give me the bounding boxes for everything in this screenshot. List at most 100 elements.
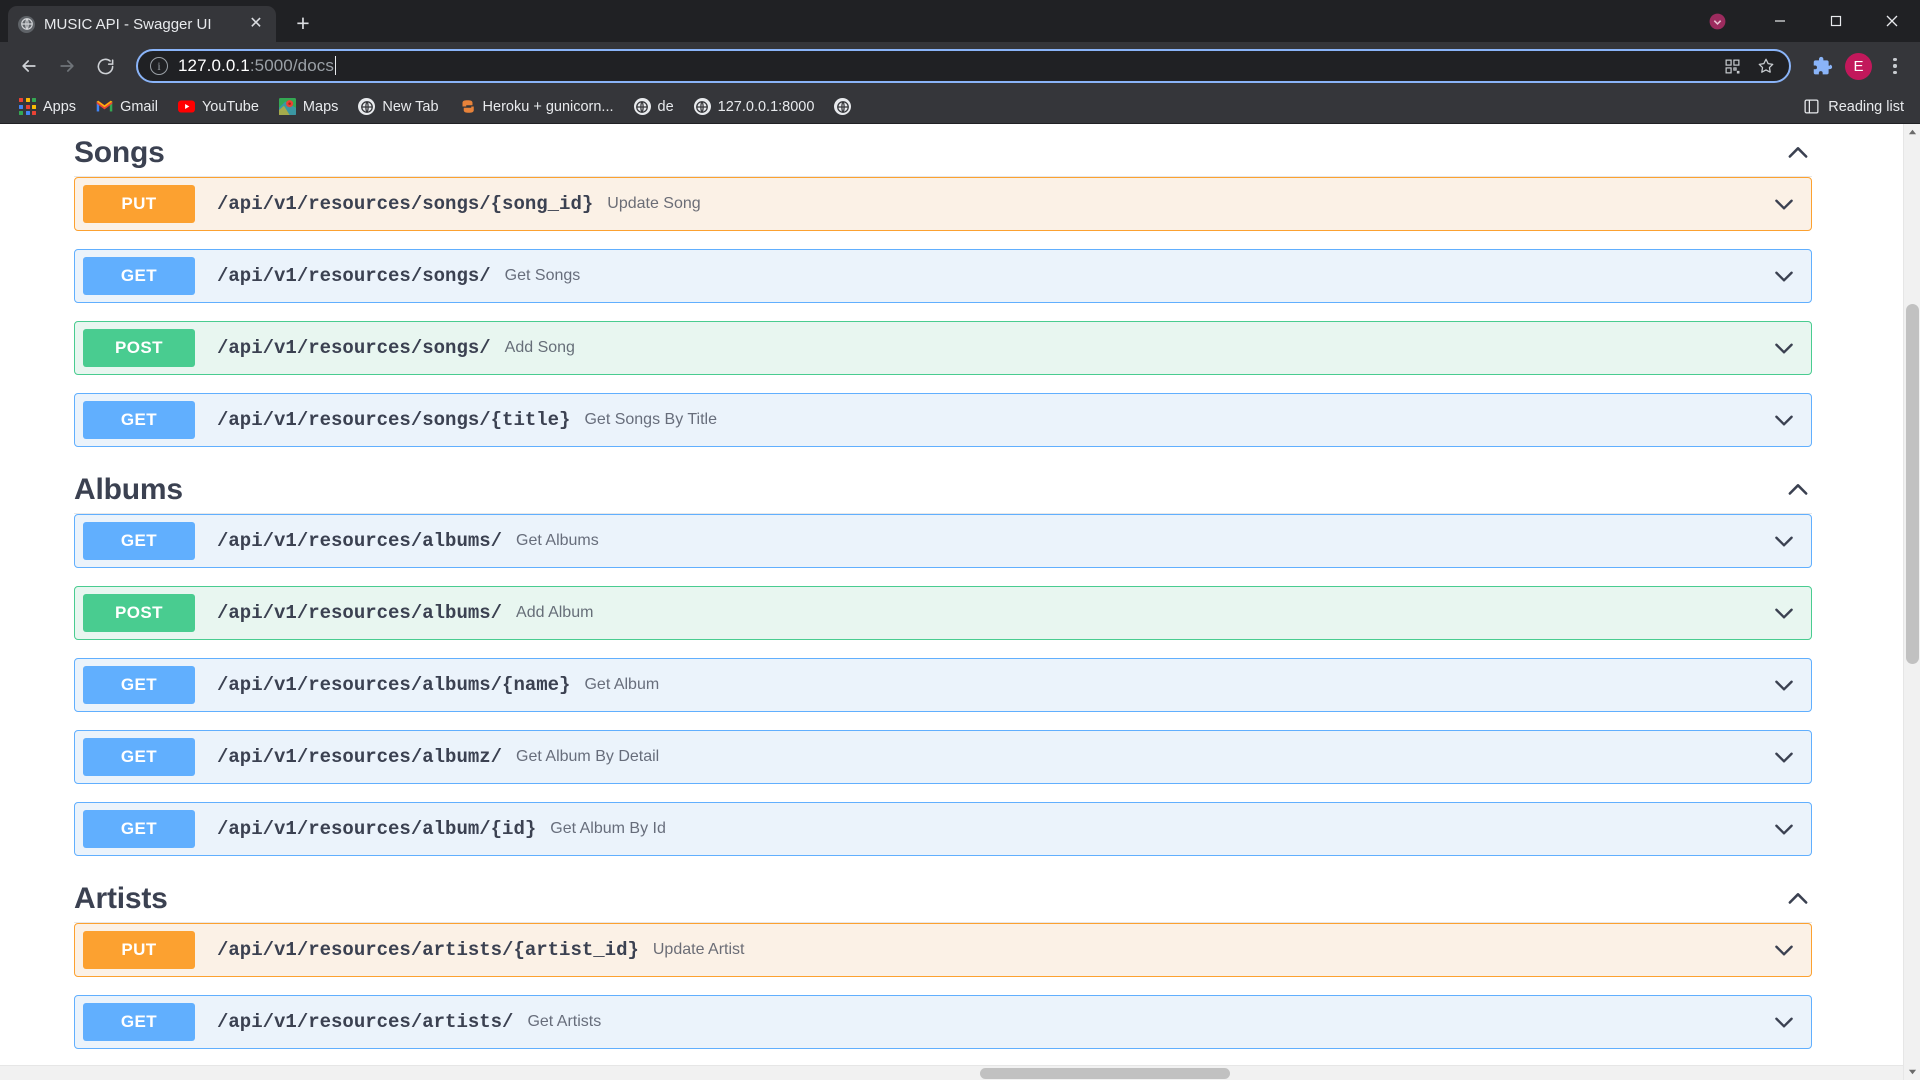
operation-row[interactable]: PUT/api/v1/resources/songs/{song_id} Upda… bbox=[74, 177, 1812, 231]
chevron-down-icon[interactable] bbox=[1771, 528, 1797, 554]
browser-tab[interactable]: MUSIC API - Swagger UI ✕ bbox=[8, 6, 276, 42]
tag-header-songs[interactable]: Songs bbox=[62, 128, 1812, 176]
operation-path: /api/v1/resources/albums/{name} bbox=[217, 674, 571, 696]
tab-title: MUSIC API - Swagger UI bbox=[44, 15, 212, 33]
http-method-badge: GET bbox=[83, 522, 195, 560]
chevron-down-icon[interactable] bbox=[1771, 407, 1797, 433]
bookmark-maps[interactable]: Maps bbox=[270, 94, 347, 119]
bookmarks-bar: Apps Gmail YouTube Maps New Tab Heroku +… bbox=[0, 90, 1920, 124]
url-host: 127.0.0.1 bbox=[178, 56, 250, 75]
horizontal-scrollbar[interactable] bbox=[0, 1065, 1903, 1080]
new-tab-button[interactable]: + bbox=[286, 6, 320, 40]
http-method-badge: GET bbox=[83, 401, 195, 439]
http-method-badge: GET bbox=[83, 257, 195, 295]
chevron-up-icon[interactable] bbox=[1784, 476, 1812, 504]
operation-path: /api/v1/resources/songs/ bbox=[217, 265, 491, 287]
scroll-up-arrow[interactable] bbox=[1904, 124, 1920, 141]
chevron-down-icon[interactable] bbox=[1771, 744, 1797, 770]
operation-summary: Get Album bbox=[584, 676, 660, 693]
operation-path: /api/v1/resources/albumz/ bbox=[217, 746, 503, 768]
operation-row[interactable]: GET/api/v1/resources/albumz/Get Album By… bbox=[74, 730, 1812, 784]
close-icon[interactable]: ✕ bbox=[246, 14, 266, 34]
gmail-icon bbox=[96, 98, 113, 115]
vertical-scrollbar-thumb[interactable] bbox=[1906, 304, 1919, 664]
scroll-down-arrow[interactable] bbox=[1904, 1063, 1920, 1080]
kebab-menu-icon[interactable] bbox=[1882, 53, 1908, 79]
operation-summary: Get Songs By Title bbox=[584, 411, 717, 428]
bookmark-new-tab[interactable]: New Tab bbox=[349, 94, 447, 119]
operation-summary: Get Album By Id bbox=[550, 820, 666, 837]
info-circle-icon[interactable]: i bbox=[150, 57, 168, 75]
browser-toolbar: i 127.0.0.1:5000/docs E bbox=[0, 42, 1920, 90]
operation-row[interactable]: GET/api/v1/resources/albums/Get Albums bbox=[74, 514, 1812, 568]
bookmark-label: 127.0.0.1:8000 bbox=[717, 98, 815, 115]
globe-icon bbox=[18, 15, 35, 33]
tag-title: Artists bbox=[74, 882, 168, 915]
bookmark-unlabeled[interactable] bbox=[825, 94, 867, 119]
operation-summary: Add Album bbox=[516, 604, 594, 621]
operation-summary: Get Artists bbox=[527, 1013, 602, 1030]
bookmark-youtube[interactable]: YouTube bbox=[169, 94, 268, 119]
horizontal-scrollbar-thumb[interactable] bbox=[980, 1068, 1230, 1079]
operation-row[interactable]: GET/api/v1/resources/artists/Get Artists bbox=[74, 995, 1812, 1049]
chevron-down-icon[interactable] bbox=[1771, 335, 1797, 361]
address-bar-url: 127.0.0.1:5000/docs bbox=[178, 56, 336, 76]
bookmark-star-icon[interactable] bbox=[1755, 55, 1777, 77]
tag-header-albums[interactable]: Albums bbox=[62, 465, 1812, 513]
chevron-up-icon[interactable] bbox=[1784, 139, 1812, 167]
operation-row[interactable]: GET/api/v1/resources/songs/Get Songs bbox=[74, 249, 1812, 303]
chevron-down-icon[interactable] bbox=[1771, 191, 1797, 217]
bookmark-gmail[interactable]: Gmail bbox=[87, 94, 167, 119]
operation-row[interactable]: POST/api/v1/resources/songs/Add Song bbox=[74, 321, 1812, 375]
bookmark-heroku-gunicorn[interactable]: Heroku + gunicorn... bbox=[450, 94, 623, 119]
operation-row[interactable]: GET/api/v1/resources/songs/{title} Get So… bbox=[74, 393, 1812, 447]
operation-row[interactable]: PUT/api/v1/resources/artists/{artist_id}… bbox=[74, 923, 1812, 977]
reading-list-button[interactable]: Reading list bbox=[1803, 98, 1910, 115]
reading-list-label: Reading list bbox=[1828, 98, 1904, 115]
operation-summary: Get Album By Detail bbox=[516, 748, 660, 765]
address-bar[interactable]: i 127.0.0.1:5000/docs bbox=[136, 49, 1791, 83]
youtube-icon bbox=[177, 98, 195, 115]
operation-path: /api/v1/resources/artists/{artist_id} bbox=[217, 939, 639, 961]
bookmark-label: Maps bbox=[302, 98, 339, 115]
reload-button[interactable] bbox=[88, 49, 122, 83]
chevron-down-icon[interactable] bbox=[1771, 672, 1797, 698]
operation-row[interactable]: GET/api/v1/resources/albums/{name} Get Al… bbox=[74, 658, 1812, 712]
forward-button[interactable] bbox=[50, 49, 84, 83]
tab-strip: MUSIC API - Swagger UI ✕ + bbox=[0, 0, 1920, 42]
toolbar-actions: E bbox=[1809, 52, 1908, 80]
globe-icon bbox=[834, 98, 852, 115]
operation-path: /api/v1/resources/albums/ bbox=[217, 602, 503, 624]
profile-status-icon[interactable] bbox=[1700, 4, 1734, 38]
operation-path: /api/v1/resources/songs/{title} bbox=[217, 409, 571, 431]
globe-icon bbox=[633, 98, 651, 115]
chevron-down-icon[interactable] bbox=[1771, 937, 1797, 963]
operation-row[interactable]: POST/api/v1/resources/albums/Add Album bbox=[74, 586, 1812, 640]
back-button[interactable] bbox=[12, 49, 46, 83]
chevron-down-icon[interactable] bbox=[1771, 1009, 1797, 1035]
bookmark-apps[interactable]: Apps bbox=[10, 94, 85, 119]
operation-summary: Add Song bbox=[504, 339, 575, 356]
minimize-button[interactable] bbox=[1752, 0, 1808, 42]
bookmark-de[interactable]: de bbox=[625, 94, 683, 119]
http-method-badge: POST bbox=[83, 329, 195, 367]
maximize-button[interactable] bbox=[1808, 0, 1864, 42]
chevron-down-icon[interactable] bbox=[1771, 816, 1797, 842]
chevron-down-icon[interactable] bbox=[1771, 263, 1797, 289]
swagger-tag-list: Songs PUT/api/v1/resources/songs/{song_id… bbox=[0, 124, 1838, 1049]
close-window-button[interactable] bbox=[1864, 0, 1920, 42]
http-method-badge: GET bbox=[83, 666, 195, 704]
operation-row[interactable]: GET/api/v1/resources/album/{id} Get Album… bbox=[74, 802, 1812, 856]
bookmark-localhost-8000[interactable]: 127.0.0.1:8000 bbox=[685, 94, 824, 119]
address-bar-actions bbox=[1721, 55, 1777, 77]
http-method-badge: POST bbox=[83, 594, 195, 632]
qr-code-icon[interactable] bbox=[1721, 55, 1743, 77]
puzzle-piece-icon[interactable] bbox=[1809, 53, 1835, 79]
browser-window: MUSIC API - Swagger UI ✕ + i 127.0.0.1:5… bbox=[0, 0, 1920, 1080]
chevron-up-icon[interactable] bbox=[1784, 885, 1812, 913]
vertical-scrollbar[interactable] bbox=[1903, 124, 1920, 1080]
chevron-down-icon[interactable] bbox=[1771, 600, 1797, 626]
tag-header-artists[interactable]: Artists bbox=[62, 874, 1812, 922]
avatar[interactable]: E bbox=[1845, 52, 1872, 80]
globe-icon bbox=[693, 98, 711, 115]
